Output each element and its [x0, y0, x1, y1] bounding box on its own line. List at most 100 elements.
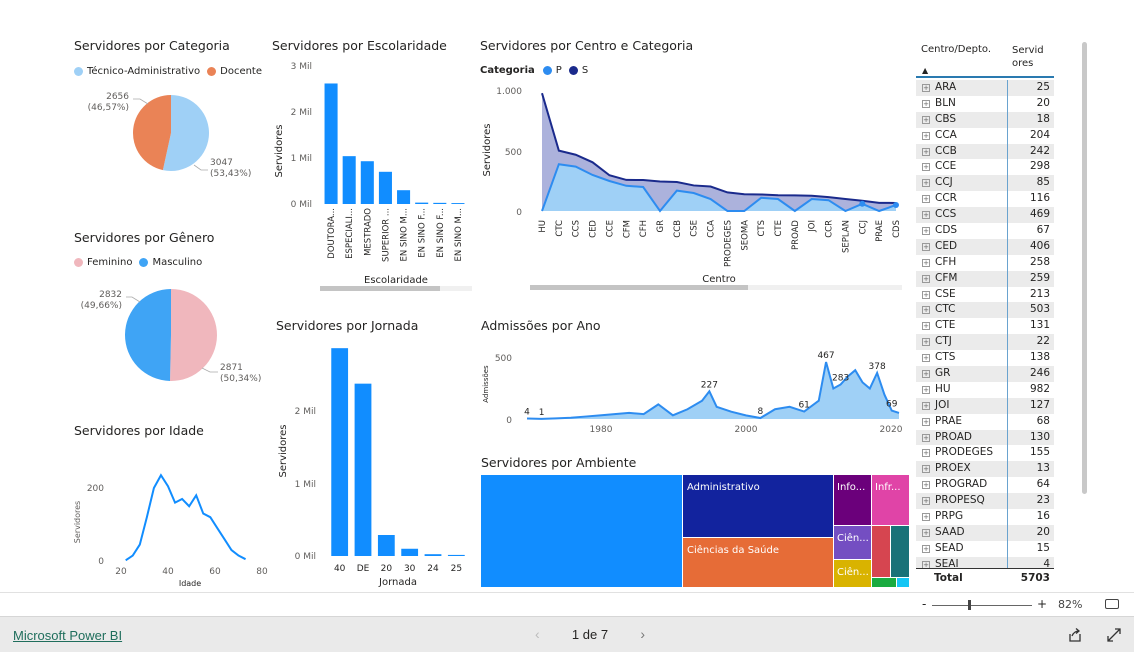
pie-slice[interactable]	[170, 289, 217, 381]
bar-chart-jornada[interactable]: Servidores 2 Mil 1 Mil 0 Mil Jornada 40 D…	[272, 336, 472, 590]
table-row[interactable]: + CTC 503	[916, 302, 1054, 319]
table-row[interactable]: + CDS 67	[916, 223, 1054, 239]
expand-icon[interactable]: +	[922, 131, 930, 140]
expand-icon[interactable]: +	[922, 354, 930, 363]
expand-icon[interactable]: +	[922, 163, 930, 172]
table-row[interactable]: + CCS 469	[916, 207, 1054, 224]
share-icon[interactable]	[1067, 627, 1083, 643]
expand-icon[interactable]: +	[922, 290, 930, 299]
expand-icon[interactable]: +	[922, 211, 930, 220]
treemap-tile[interactable]	[872, 578, 896, 587]
expand-icon[interactable]: +	[922, 417, 930, 426]
expand-icon[interactable]: +	[922, 227, 930, 236]
fullscreen-icon[interactable]	[1106, 627, 1122, 643]
table-row[interactable]: + BLN 20	[916, 96, 1054, 112]
scrollbar-thumb[interactable]	[530, 285, 748, 290]
table-row[interactable]: + GR 246	[916, 366, 1054, 382]
next-page-icon[interactable]: ›	[640, 626, 645, 642]
zoom-out-button[interactable]: -	[922, 597, 926, 611]
bar[interactable]	[324, 83, 338, 204]
table-row[interactable]: + CBS 18	[916, 111, 1054, 128]
table-row[interactable]: + CCA 204	[916, 128, 1054, 144]
table-row[interactable]: + CTS 138	[916, 350, 1054, 366]
expand-icon[interactable]: +	[922, 481, 930, 490]
table-row[interactable]: + PRAE 68	[916, 414, 1054, 430]
table-row[interactable]: + JOI 127	[916, 397, 1054, 414]
table-row[interactable]: + SEAD 15	[916, 541, 1054, 557]
table-row[interactable]: + CCB 242	[916, 143, 1054, 160]
expand-icon[interactable]: +	[922, 99, 930, 108]
table-row[interactable]: + PROPESQ 23	[916, 493, 1054, 510]
treemap-ambiente[interactable]: Administrativo Ciências da Saúde Info...…	[481, 475, 911, 589]
zoom-in-button[interactable]: +	[1037, 597, 1047, 611]
bar[interactable]	[397, 190, 411, 204]
expand-icon[interactable]: +	[922, 544, 930, 553]
fit-to-page-icon[interactable]	[1105, 599, 1119, 609]
table-centro-depto[interactable]: Centro/Depto. Servid ores ▲ + ARA 25 + BLN 20…	[916, 40, 1056, 588]
legend-categoria[interactable]: Técnico-Administrativo Docente	[74, 66, 262, 77]
expand-icon[interactable]: +	[922, 385, 930, 394]
legend-genero[interactable]: Feminino Masculino	[74, 257, 202, 268]
table-row[interactable]: + CED 406	[916, 238, 1054, 255]
bar[interactable]	[378, 171, 392, 204]
powerbi-brand-link[interactable]: Microsoft Power BI	[13, 628, 122, 643]
bar[interactable]	[451, 203, 465, 204]
expand-icon[interactable]: +	[922, 147, 930, 156]
column-header-centro[interactable]: Centro/Depto.	[921, 44, 991, 55]
bar[interactable]	[424, 554, 442, 556]
expand-icon[interactable]: +	[922, 465, 930, 474]
expand-icon[interactable]: +	[922, 84, 930, 92]
table-row[interactable]: + CCJ 85	[916, 175, 1054, 192]
bar-chart-escolaridade[interactable]: Servidores 3 Mil 2 Mil 1 Mil 0 Mil Escol…	[268, 56, 478, 296]
expand-icon[interactable]: +	[922, 306, 930, 315]
bar[interactable]	[331, 348, 349, 556]
area-chart-admissoes[interactable]: Admissões 500 0 1980 2000 2020 4 1 227 8 61 4…	[476, 346, 906, 436]
table-row[interactable]: + CFM 259	[916, 270, 1054, 287]
pie-chart-genero[interactable]: 2871(50,34%) 2832(49,66%)	[70, 280, 270, 390]
expand-icon[interactable]: +	[922, 497, 930, 506]
bar[interactable]	[415, 202, 429, 204]
expand-icon[interactable]: +	[922, 401, 930, 410]
expand-icon[interactable]: +	[922, 322, 930, 331]
page-indicator[interactable]: 1 de 7	[572, 627, 608, 642]
table-row[interactable]: + HU 982	[916, 382, 1054, 398]
expand-icon[interactable]: +	[922, 258, 930, 267]
table-row[interactable]: + PRODEGES 155	[916, 445, 1054, 461]
expand-icon[interactable]: +	[922, 370, 930, 379]
table-row[interactable]: + CFH 258	[916, 255, 1054, 271]
bar[interactable]	[401, 548, 419, 556]
pie-slice[interactable]	[133, 95, 171, 171]
table-row[interactable]: + CCR 116	[916, 191, 1054, 207]
zoom-slider-thumb[interactable]	[968, 600, 971, 610]
treemap-tile[interactable]	[891, 526, 909, 577]
scrollbar-thumb[interactable]	[320, 286, 440, 291]
bar[interactable]	[342, 156, 356, 204]
expand-icon[interactable]: +	[922, 338, 930, 347]
expand-icon[interactable]: +	[922, 115, 930, 124]
expand-icon[interactable]: +	[922, 528, 930, 537]
treemap-tile[interactable]	[897, 578, 909, 587]
bar[interactable]	[433, 202, 447, 204]
zoom-slider-track[interactable]	[932, 605, 1032, 606]
sort-ascending-icon[interactable]: ▲	[922, 66, 928, 75]
area-chart-centro[interactable]: Servidores 1.000 500 0 Centro HU CTC CCS CE…	[476, 80, 906, 294]
table-row[interactable]: + CCE 298	[916, 159, 1054, 175]
table-row[interactable]: + ARA 25	[916, 80, 1054, 96]
legend-centro[interactable]: Categoria P S	[480, 65, 588, 76]
expand-icon[interactable]: +	[922, 449, 930, 458]
bar[interactable]	[360, 161, 374, 204]
table-row[interactable]: + CSE 213	[916, 287, 1054, 303]
table-row[interactable]: + CTE 131	[916, 318, 1054, 334]
previous-page-icon[interactable]: ‹	[535, 626, 540, 642]
line-chart-idade[interactable]: Servidores 200 0 20 40 60 80 Idade	[70, 472, 270, 590]
table-row[interactable]: + PROGRAD 64	[916, 477, 1054, 493]
table-row[interactable]: + PRPG 16	[916, 509, 1054, 525]
pie-chart-categoria[interactable]: 3047(53,43%) 2656(46,57%)	[70, 82, 270, 192]
table-row[interactable]: + SAAD 20	[916, 524, 1054, 541]
expand-icon[interactable]: +	[922, 274, 930, 283]
bar[interactable]	[354, 383, 372, 556]
bar[interactable]	[447, 554, 465, 556]
pie-slice[interactable]	[124, 289, 171, 381]
expand-icon[interactable]: +	[922, 433, 930, 442]
treemap-tile[interactable]	[481, 475, 682, 587]
